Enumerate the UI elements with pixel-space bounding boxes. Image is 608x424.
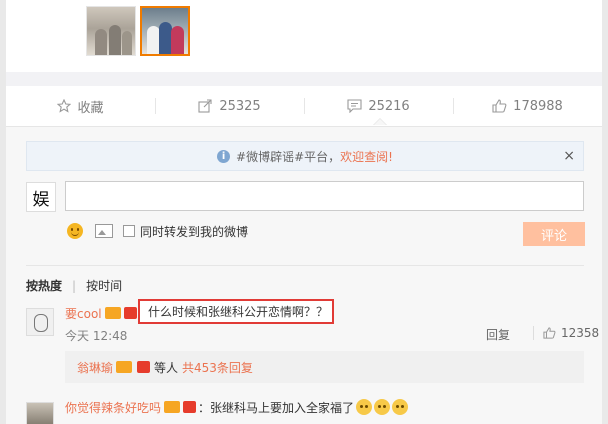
member-badge-icon <box>137 361 151 373</box>
member-badge-icon <box>123 307 137 319</box>
emoji-icon <box>356 399 373 415</box>
comment-username[interactable]: 你觉得辣条好吃吗 <box>65 399 161 416</box>
action-bar: 收藏 25325 25216 178988 <box>6 86 602 127</box>
comment-header: 要cool <box>65 304 137 322</box>
comment-input[interactable] <box>65 181 584 211</box>
notice-link[interactable]: 欢迎查阅! <box>340 148 393 165</box>
emoji-icon <box>392 399 409 415</box>
vip-badge-icon <box>164 401 181 413</box>
sort-by-time-tab[interactable]: 按时间 <box>86 277 122 294</box>
thumbs-up-icon <box>492 99 507 113</box>
forward-checkbox[interactable] <box>123 225 135 237</box>
vip-badge-icon <box>104 307 121 319</box>
rumor-notice-bar: i #微博辟谣#平台， 欢迎查阅! × <box>26 141 584 171</box>
sub-reply-username[interactable]: 翁琳瑜 <box>77 359 113 376</box>
member-badge-icon <box>183 401 197 413</box>
repost-icon <box>198 99 213 113</box>
favorite-label: 收藏 <box>77 100 104 116</box>
comment-avatar[interactable] <box>26 308 54 336</box>
like-count: 178988 <box>513 98 563 114</box>
forward-label[interactable]: 同时转发到我的微博 <box>140 223 248 240</box>
comment-header: 你觉得辣条好吃吗 ：张继科马上要加入全家福了 <box>65 398 409 416</box>
submit-comment-button[interactable]: 评论 <box>523 222 585 246</box>
like-separator <box>533 326 534 340</box>
comment-avatar[interactable] <box>26 402 54 424</box>
comment-icon <box>347 99 362 113</box>
sort-divider <box>26 265 584 266</box>
thumbs-up-icon <box>543 327 556 339</box>
sort-tabs: 按热度 | 按时间 <box>26 277 122 294</box>
sort-separator: | <box>72 278 77 293</box>
like-button[interactable]: 178988 <box>453 86 602 126</box>
thumbnail-2-selected[interactable] <box>140 6 190 56</box>
info-icon: i <box>217 149 231 163</box>
emoji-icon[interactable] <box>67 223 83 239</box>
comment-like-count: 12358 <box>561 326 600 340</box>
current-user-avatar[interactable]: 娱 <box>26 182 56 212</box>
emoji-icon <box>374 399 391 415</box>
sort-by-hot-tab[interactable]: 按热度 <box>26 277 62 294</box>
comment-timestamp: 今天 12:48 <box>65 329 128 343</box>
comment-like-button[interactable]: 12358 <box>533 326 599 340</box>
highlighted-comment-text: 什么时候和张继科公开恋情啊？？ <box>138 299 334 324</box>
comment-text: ：张继科马上要加入全家福了 <box>198 400 355 415</box>
sub-replies-box[interactable]: 翁琳瑜 等人 共453条回复 <box>65 351 584 383</box>
sub-reply-count-link[interactable]: 共453条回复 <box>182 359 253 376</box>
weibo-post-card: 收藏 25325 25216 178988 i #微博辟谣#平台， 欢迎查阅! … <box>6 0 602 424</box>
image-upload-icon[interactable] <box>95 224 113 238</box>
vip-badge-icon <box>116 361 133 373</box>
comment-count: 25216 <box>368 98 410 114</box>
thumbnail-1[interactable] <box>86 6 136 56</box>
repost-button[interactable]: 25325 <box>155 86 304 126</box>
star-icon <box>57 99 72 113</box>
favorite-button[interactable]: 收藏 <box>6 86 155 126</box>
reply-button[interactable]: 回复 <box>486 326 510 343</box>
section-divider <box>6 72 602 86</box>
notice-text: #微博辟谣#平台， <box>236 149 341 164</box>
composer-tools: 同时转发到我的微博 <box>67 220 248 242</box>
close-icon[interactable]: × <box>563 148 575 164</box>
comment-username[interactable]: 要cool <box>65 305 102 322</box>
sub-reply-middle-text: 等人 <box>154 360 179 375</box>
repost-count: 25325 <box>219 98 261 114</box>
comment-tab-caret <box>373 118 387 125</box>
